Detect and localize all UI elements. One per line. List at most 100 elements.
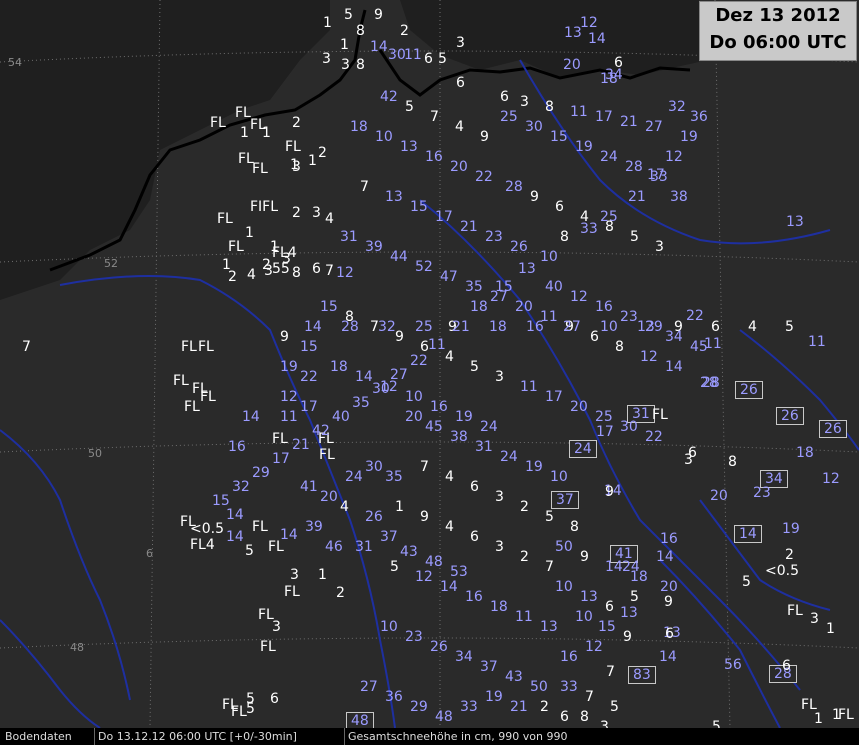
station-value: 8 [545, 99, 554, 115]
station-value: 7 [585, 689, 594, 705]
station-value: 22 [475, 169, 493, 185]
station-value: 9 [395, 329, 404, 345]
station-value: 4 [580, 209, 589, 225]
station-value: 11 [520, 379, 538, 395]
station-value: <0.5 [190, 521, 224, 537]
title-time: Do 06:00 UTC [709, 32, 847, 53]
station-value: 6 [470, 529, 479, 545]
station-value: 17 [435, 209, 453, 225]
station-value: 19 [680, 129, 698, 145]
station-value: 34 [605, 67, 623, 83]
station-value: 9 [664, 594, 673, 610]
station-value: 13 [580, 589, 598, 605]
station-value: 13 [385, 189, 403, 205]
station-value: 22 [645, 429, 663, 445]
station-value: 14 [226, 507, 244, 523]
station-value: 38 [450, 429, 468, 445]
station-value: 20 [710, 488, 728, 504]
station-value: 8 [728, 454, 737, 470]
station-value: 16 [595, 299, 613, 315]
station-value: 4 [340, 499, 349, 515]
station-value: 6 [711, 319, 720, 335]
station-value: 13 [564, 25, 582, 41]
station-value: 18 [350, 119, 368, 135]
station-value: 16 [560, 649, 578, 665]
station-value: 18 [796, 445, 814, 461]
station-value: 9 [605, 484, 614, 500]
station-value: 2 [520, 499, 529, 515]
station-value: 8 [356, 57, 365, 73]
station-value: 1 [318, 567, 327, 583]
station-value: 20 [660, 579, 678, 595]
station-value: 50 [555, 539, 573, 555]
station-value: 2 [228, 269, 237, 285]
station-value: 8 [580, 709, 589, 725]
station-value: 25 [500, 109, 518, 125]
station-value: 12 [380, 379, 398, 395]
station-value: 1 [240, 125, 249, 141]
station-value: 19 [485, 689, 503, 705]
station-value: 3 [290, 567, 299, 583]
station-value: 18 [489, 319, 507, 335]
station-value: 10 [380, 619, 398, 635]
station-value: 9 [674, 319, 683, 335]
station-value: 1 [395, 499, 404, 515]
station-value: 28 [700, 375, 718, 391]
station-value: 40 [545, 279, 563, 295]
station-value: 2 [520, 549, 529, 565]
station-value: 6 [590, 329, 599, 345]
station-value: FL [260, 639, 276, 655]
station-value: 9 [280, 329, 289, 345]
station-value: 6 [420, 339, 429, 355]
station-value: 27 [645, 119, 663, 135]
station-value: FL [652, 407, 668, 423]
station-value: 20 [405, 409, 423, 425]
station-value: 3 [655, 239, 664, 255]
station-value: 48 [435, 709, 453, 725]
station-value: 41 [300, 479, 318, 495]
station-value: 6 [270, 691, 279, 707]
station-value: 36 [385, 689, 403, 705]
station-value: 6 [560, 709, 569, 725]
station-value: 12 [640, 349, 658, 365]
station-value: 16 [425, 149, 443, 165]
station-value: 37 [480, 659, 498, 675]
station-value: 8 [292, 265, 301, 281]
station-value: 10 [540, 249, 558, 265]
station-value: 10 [600, 319, 618, 335]
station-value: 35 [352, 395, 370, 411]
station-value: 13 [786, 214, 804, 230]
station-value: 15 [212, 493, 230, 509]
station-value: 24 [345, 469, 363, 485]
station-value: 16 [228, 439, 246, 455]
station-value: FL [272, 431, 288, 447]
station-value: 11 [404, 47, 422, 63]
status-bar: Bodendaten Do 13.12.12 06:00 UTC [+0/-30… [0, 728, 859, 745]
station-value: FL [217, 211, 233, 227]
station-value: 5 [610, 699, 619, 715]
station-value: FL [181, 339, 197, 355]
station-value: 3 [312, 205, 321, 221]
station-value: 2 [540, 699, 549, 715]
station-value: 26 [819, 420, 847, 438]
station-value: 24 [480, 419, 498, 435]
station-value: 32 [668, 99, 686, 115]
station-value: 14 [659, 649, 677, 665]
station-value: 23 [620, 309, 638, 325]
station-value: 55 [272, 261, 290, 277]
station-value: 26 [430, 639, 448, 655]
status-parameter: Gesamtschneehöhe in cm, 990 von 990 [344, 728, 570, 745]
station-value: 43 [400, 544, 418, 560]
station-value: 27 [360, 679, 378, 695]
station-value: 18 [490, 599, 508, 615]
station-value: 6 [555, 199, 564, 215]
snow-depth-map: 54 52 50 48 6 1 5 8 9 1 3 2 3 8 14 30 11 6 5 3 6 12 13 14 6… [0, 0, 859, 745]
station-value: 2 [400, 23, 409, 39]
title-date: Dez 13 2012 [715, 5, 841, 26]
station-value: 45 [425, 419, 443, 435]
station-value: 14 [440, 579, 458, 595]
station-value: 39 [305, 519, 323, 535]
station-value: 21 [460, 219, 478, 235]
station-value: 35 [385, 469, 403, 485]
station-value: FL [173, 373, 189, 389]
